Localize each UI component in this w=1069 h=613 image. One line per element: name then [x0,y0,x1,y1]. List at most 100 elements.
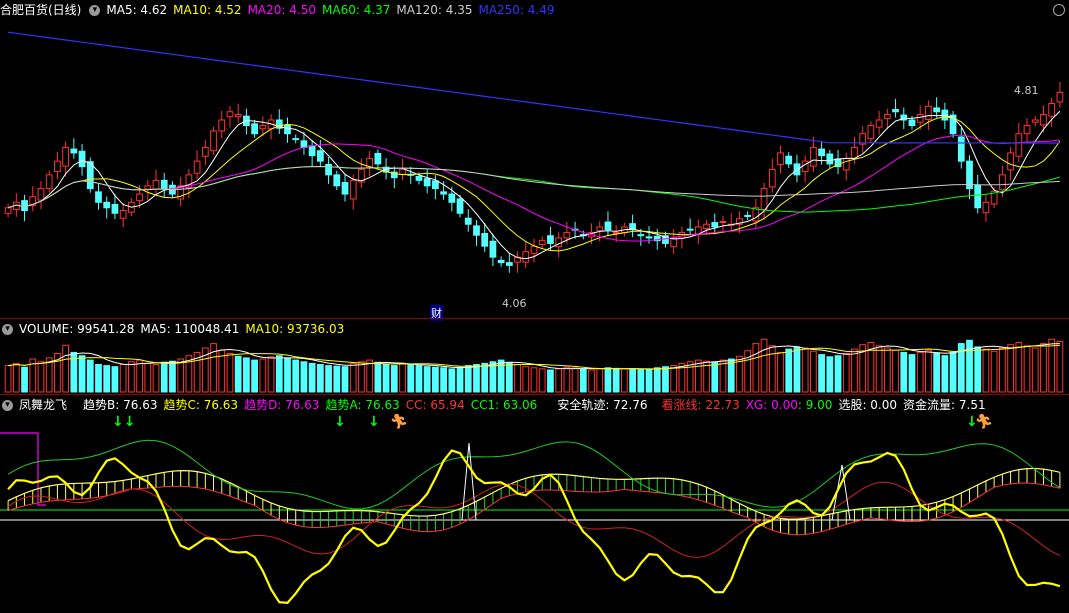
volume-bar [686,361,694,393]
candle [785,155,793,165]
candle [538,240,546,246]
candle [45,174,53,190]
volume-bar [382,364,390,393]
trend-lower-line [7,482,1061,536]
candle [892,109,899,113]
candle [448,193,456,203]
volume-bar [37,361,45,393]
candle [719,220,727,223]
volume-bar [596,368,604,393]
price-panel: 合肥百货(日线) ▾ MA5: 4.62 MA10: 4.52 MA20: 4.50 MA… [0,0,1069,321]
candle [423,178,431,187]
candle [4,207,12,214]
candle [1031,119,1039,123]
candle [349,179,357,200]
candle [760,188,768,210]
candle [473,225,480,236]
volume-bar [440,367,447,393]
candle [645,236,653,239]
candle [637,234,645,237]
candle [916,114,924,123]
volume-bar [785,348,793,393]
candle [464,217,472,225]
candle [160,179,168,190]
candle [78,150,86,168]
volume-bar [152,364,160,393]
volume-bar [530,367,538,393]
indicator-panel: ▾ 凤舞龙飞 趋势B: 76.63 趋势C: 76.63 趋势D: 76.63 趋势A: … [0,395,1069,613]
candle [875,119,883,128]
volume-bar [95,364,102,393]
volume-bar [481,362,489,393]
candle [95,191,102,203]
volume-bar [711,361,719,393]
volume-bar [908,354,916,393]
price-chart [4,31,1064,273]
candle [218,119,226,132]
candle [481,233,489,247]
volume-bar [538,368,546,393]
candle [505,262,513,266]
volume-bar [374,361,382,393]
volume-bar [349,362,357,393]
low-price-label: 4.06 [502,297,527,310]
candle [974,184,982,209]
candle [711,222,719,228]
candle [818,148,825,157]
candle [119,210,127,219]
volume-bar [941,355,949,393]
candle [201,146,209,157]
volume-bar [366,359,374,393]
candle [21,200,28,212]
candle [37,188,45,201]
candle [703,223,710,230]
candle [982,201,990,214]
candle [103,201,111,209]
candle [1023,124,1031,135]
candle [456,198,464,214]
volume-bar [653,367,661,393]
volume-bar [234,355,242,393]
volume-bar [1023,345,1031,393]
candle [826,153,834,165]
volume-bar [316,364,324,393]
spike-line [461,442,477,521]
candle [111,203,119,214]
volume-bar [810,350,817,393]
volume-bar [851,348,858,393]
volume-bar [818,354,825,393]
volume-bar [588,369,595,393]
volume-bar [136,359,143,393]
candle [259,124,267,130]
candle [251,123,258,135]
volume-bar [160,361,168,393]
volume-bar [834,355,842,393]
candle [998,174,1006,191]
volume-bar [662,366,669,393]
volume-bar [1048,338,1056,393]
volume-bar [226,353,234,393]
candle [415,176,423,181]
volume-bar [998,347,1006,393]
volume-bar [111,366,119,393]
candle [777,152,784,165]
volume-bar [505,361,513,393]
ma250-line [8,31,1060,144]
candle [226,111,234,118]
candle [210,130,217,152]
candle [941,109,949,121]
candle [136,193,143,202]
candle [292,138,300,141]
candle [300,140,308,148]
candle [851,146,858,159]
volume-bar [514,364,521,393]
candle [284,124,291,135]
volume-bar [621,368,628,393]
volume-bar [78,355,86,393]
volume-bar [144,362,152,393]
candle [193,160,201,174]
volume-bar [243,357,250,393]
volume-bar [432,366,439,393]
volume-bar [448,368,456,393]
volume-bar [875,345,883,393]
